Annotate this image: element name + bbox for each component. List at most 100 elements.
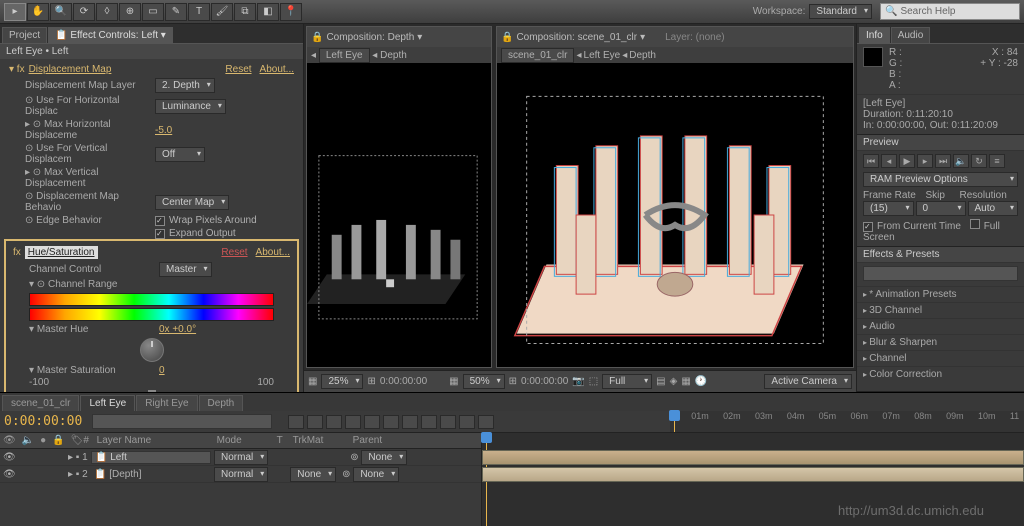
dm-about[interactable]: About... xyxy=(260,64,294,75)
res2-icon[interactable]: ⊞ xyxy=(509,376,517,387)
framerate-dropdown[interactable]: (15) xyxy=(863,201,914,216)
layer1-name[interactable]: 📋 Left xyxy=(91,451,211,464)
hs-hue-value[interactable]: 0x +0.0° xyxy=(159,324,196,335)
scene-viewport[interactable] xyxy=(497,63,853,367)
ep-blur[interactable]: Blur & Sharpen xyxy=(857,334,1024,350)
tc-icon-5[interactable] xyxy=(364,415,380,429)
text-tool-icon[interactable]: T xyxy=(188,3,210,21)
layer-timeline[interactable]: http://um3d.dc.umich.edu xyxy=(482,433,1024,526)
brush-tool-icon[interactable]: 🖌 xyxy=(211,3,233,21)
hue-bar-top[interactable] xyxy=(29,293,274,306)
ep-channel[interactable]: Channel xyxy=(857,350,1024,366)
play-button[interactable]: ▶ xyxy=(899,154,915,168)
ep-3d-channel[interactable]: 3D Channel xyxy=(857,302,1024,318)
res-icon[interactable]: ⊞ xyxy=(367,376,375,387)
dm-hdisp-dropdown[interactable]: Luminance xyxy=(155,99,226,114)
snap-icon[interactable]: 📷 xyxy=(572,376,584,387)
layer2-trkmat[interactable]: None xyxy=(290,467,336,482)
region-icon[interactable]: ⬚ xyxy=(589,376,598,387)
layer2-name[interactable]: 📋 [Depth] xyxy=(91,469,211,480)
zoom-tool-icon[interactable]: 🔍 xyxy=(50,3,72,21)
hs-about[interactable]: About... xyxy=(256,247,290,258)
depth-viewport[interactable] xyxy=(307,63,491,367)
guides-icon[interactable]: ◈ xyxy=(670,376,678,387)
ep-animation-presets[interactable]: * Animation Presets xyxy=(857,286,1024,302)
bc-lefteye2[interactable]: Left Eye xyxy=(584,50,621,61)
layer2-parent[interactable]: None xyxy=(353,467,399,482)
layer-row-1[interactable]: 👁 ▸ ▪ 1 📋 Left Normal ⊚ None xyxy=(0,449,481,466)
layer1-mode[interactable]: Normal xyxy=(214,450,268,465)
pin-tool-icon[interactable]: 📍 xyxy=(280,3,302,21)
tc-icon-8[interactable] xyxy=(421,415,437,429)
playhead[interactable] xyxy=(674,411,675,432)
bc-depth[interactable]: Depth xyxy=(380,50,407,61)
tc-icon-3[interactable] xyxy=(326,415,342,429)
ram-options-dropdown[interactable]: RAM Preview Options xyxy=(863,172,1018,187)
dm-layer-dropdown[interactable]: 2. Depth xyxy=(155,78,215,93)
anchor-tool-icon[interactable]: ⊕ xyxy=(119,3,141,21)
timeline-tab-lefteye[interactable]: Left Eye xyxy=(80,395,135,411)
hand-tool-icon[interactable]: ✋ xyxy=(27,3,49,21)
rect-tool-icon[interactable]: ▭ xyxy=(142,3,164,21)
dm-expand-checkbox[interactable] xyxy=(155,229,165,239)
first-frame-button[interactable]: ⏮ xyxy=(863,154,879,168)
tab-project[interactable]: Project xyxy=(2,27,47,43)
last-frame-button[interactable]: ⏭ xyxy=(935,154,951,168)
eraser-tool-icon[interactable]: ◧ xyxy=(257,3,279,21)
time1[interactable]: 0:00:00:00 xyxy=(380,376,427,387)
tc-icon-6[interactable] xyxy=(383,415,399,429)
hue-bar-bottom[interactable] xyxy=(29,308,274,321)
current-timecode[interactable]: 0:00:00:00 xyxy=(4,414,82,429)
resolution-dropdown[interactable]: Auto xyxy=(968,201,1019,216)
tab-audio[interactable]: Audio xyxy=(891,27,931,43)
time-ruler[interactable]: 01m 02m 03m 04m 05m 06m 07m 08m 09m 10m … xyxy=(670,411,1024,432)
tc-icon-4[interactable] xyxy=(345,415,361,429)
dm-wrap-checkbox[interactable] xyxy=(155,216,165,226)
lock-icon[interactable]: 🔒 xyxy=(501,32,513,43)
fullmode-dropdown[interactable]: Full xyxy=(602,374,652,389)
tab-effect-controls[interactable]: 📋 Effect Controls: Left ▾ xyxy=(48,27,173,43)
hue-knob[interactable] xyxy=(140,338,164,362)
search-help[interactable]: 🔍 Search Help xyxy=(880,3,1020,20)
tc-icon-9[interactable] xyxy=(440,415,456,429)
dm-behavior-dropdown[interactable]: Center Map xyxy=(155,195,229,210)
tc-icon-2[interactable] xyxy=(307,415,323,429)
next-frame-button[interactable]: ▸ xyxy=(917,154,933,168)
tc-icon-11[interactable] xyxy=(478,415,494,429)
effects-search[interactable] xyxy=(863,266,1018,281)
dm-vdisp-dropdown[interactable]: Off xyxy=(155,147,205,162)
zoom2-dropdown[interactable]: 50% xyxy=(463,374,505,389)
zoom1-dropdown[interactable]: 25% xyxy=(321,374,363,389)
time-icon[interactable]: 🕐 xyxy=(695,376,707,387)
mute-button[interactable]: 🔈 xyxy=(953,154,969,168)
hs-sat-value[interactable]: 0 xyxy=(159,365,165,376)
bc-scene[interactable]: scene_01_clr xyxy=(501,48,574,63)
bc-depth2[interactable]: Depth xyxy=(629,50,656,61)
camera-dropdown[interactable]: Active Camera xyxy=(764,374,852,389)
time2[interactable]: 0:00:00:00 xyxy=(521,376,568,387)
fromcurrent-checkbox[interactable] xyxy=(863,222,873,232)
tc-icon-10[interactable] xyxy=(459,415,475,429)
hs-channel-dropdown[interactable]: Master xyxy=(159,262,212,277)
mask-icon[interactable]: ▤ xyxy=(656,376,665,387)
workspace-dropdown[interactable]: Standard xyxy=(809,4,872,19)
timeline-tab-righteye[interactable]: Right Eye xyxy=(136,395,197,411)
rotate-tool-icon[interactable]: ⟳ xyxy=(73,3,95,21)
loop-button[interactable]: ↻ xyxy=(971,154,987,168)
layer2-mode[interactable]: Normal xyxy=(214,467,268,482)
prev-frame-button[interactable]: ◂ xyxy=(881,154,897,168)
ram-preview-button[interactable]: ≡ xyxy=(989,154,1005,168)
layer-row-2[interactable]: 👁 ▸ ▪ 2 📋 [Depth] Normal None ⊚ None xyxy=(0,466,481,483)
ep-color[interactable]: Color Correction xyxy=(857,366,1024,382)
skip-dropdown[interactable]: 0 xyxy=(916,201,966,216)
layer2-bar[interactable] xyxy=(482,467,1024,482)
fx-displacement-map-header[interactable]: ▾ fx Displacement Map Reset About... xyxy=(5,62,298,77)
dm-hmax-value[interactable]: -5.0 xyxy=(155,125,172,136)
tc-icon-7[interactable] xyxy=(402,415,418,429)
timeline-tab-depth[interactable]: Depth xyxy=(199,395,244,411)
grid2-icon[interactable]: ▦ xyxy=(449,376,458,387)
bc-lefteye[interactable]: Left Eye xyxy=(319,48,370,63)
tab-info[interactable]: Info xyxy=(859,27,890,43)
ep-audio[interactable]: Audio xyxy=(857,318,1024,334)
layer1-parent[interactable]: None xyxy=(361,450,407,465)
